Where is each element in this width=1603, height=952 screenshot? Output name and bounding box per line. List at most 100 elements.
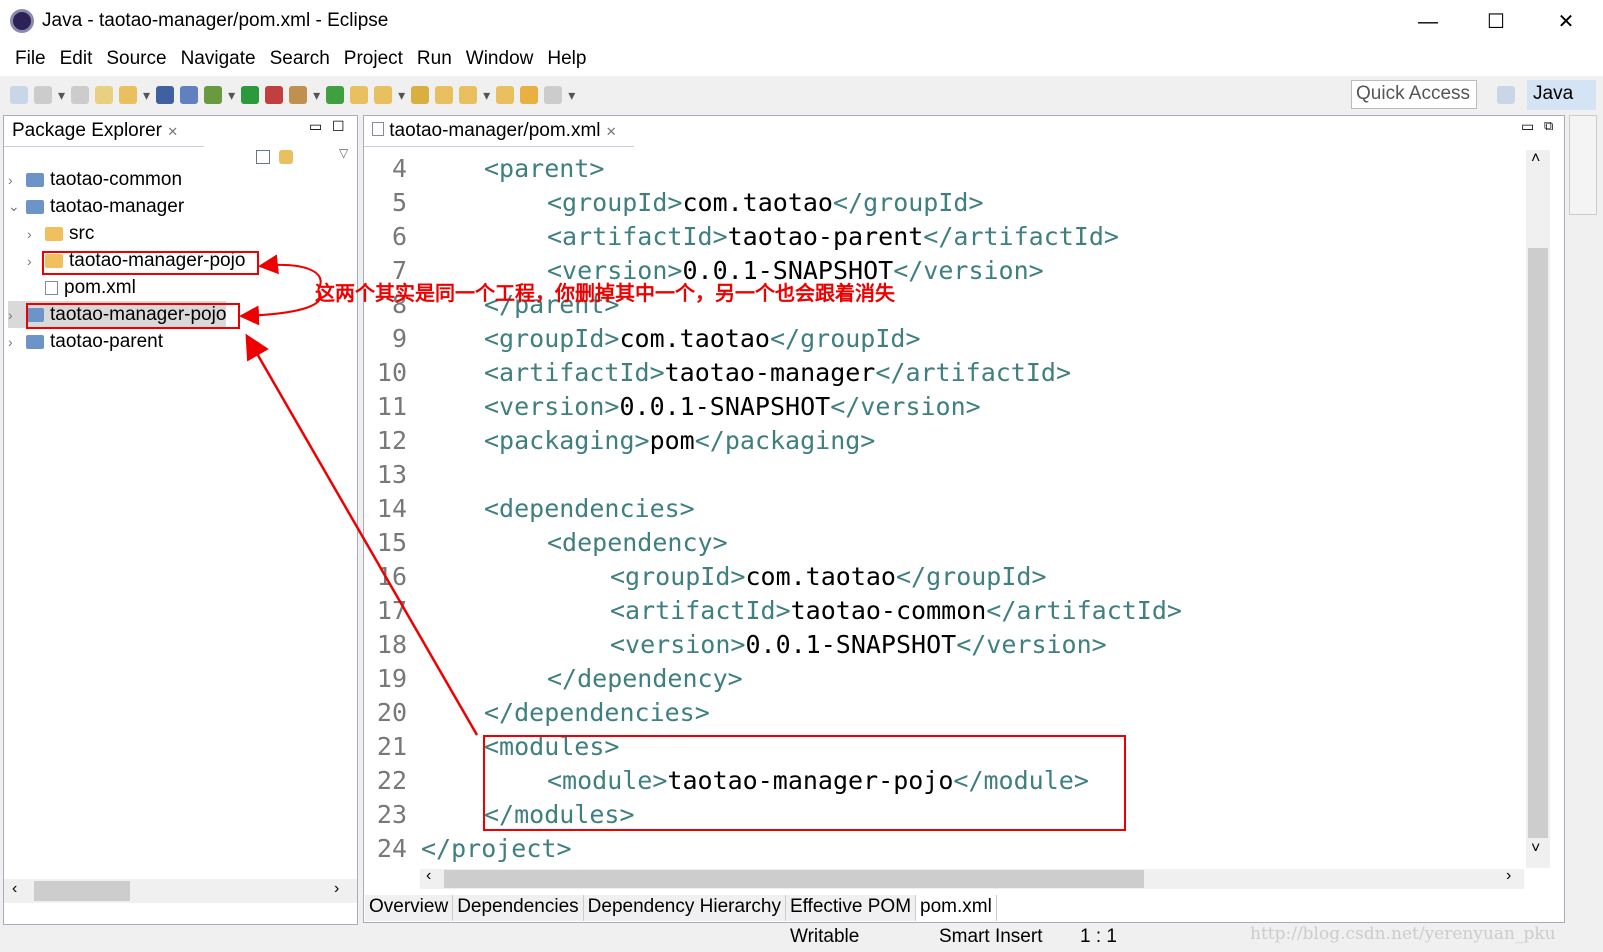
external-tools-icon[interactable] (265, 86, 284, 104)
tab-dependency-hierarchy[interactable]: Dependency Hierarchy (583, 895, 786, 921)
tree-item-label: taotao-manager (50, 195, 185, 217)
quick-access-input[interactable]: Quick Access (1351, 80, 1477, 109)
skip-breakpoints-icon[interactable] (180, 86, 199, 104)
horizontal-scrollbar[interactable]: ‹ › (4, 879, 357, 903)
scroll-thumb[interactable] (1528, 248, 1548, 838)
open-resource-icon[interactable] (119, 86, 138, 104)
scroll-left-icon[interactable]: ‹ (426, 867, 431, 885)
code-line: <artifactId>taotao-parent</artifactId> (547, 222, 1119, 251)
collapse-all-icon[interactable] (256, 150, 270, 164)
open-type-icon[interactable] (95, 86, 114, 104)
chevron-right-icon[interactable]: › (27, 253, 39, 269)
refresh-icon[interactable] (326, 86, 345, 104)
run-icon[interactable] (241, 86, 260, 104)
tab-pom-xml[interactable]: pom.xml (916, 895, 997, 921)
dropdown-icon[interactable]: ▾ (58, 87, 65, 104)
maven-project-icon (26, 172, 44, 187)
vertical-scrollbar[interactable]: ˄ ˅ (1526, 150, 1550, 868)
last-edit-icon[interactable] (496, 86, 515, 104)
menu-file[interactable]: File (8, 44, 53, 76)
highlight-box-modules (483, 735, 1126, 831)
prev-annotation-icon[interactable] (459, 86, 478, 104)
tree-item[interactable]: › src (27, 220, 94, 247)
scroll-up-icon[interactable]: ˄ (1531, 150, 1540, 168)
line-number: 20 (376, 698, 407, 727)
tree-item[interactable]: › taotao-common (8, 166, 182, 193)
new-java-project-icon[interactable] (289, 86, 308, 104)
dropdown-icon[interactable]: ▾ (313, 87, 320, 104)
tree-item[interactable]: › taotao-parent (8, 328, 163, 355)
xml-value: com.taotao (682, 188, 833, 217)
menu-source[interactable]: Source (99, 44, 173, 76)
link-with-editor-icon[interactable] (279, 150, 293, 164)
view-menu-icon[interactable]: ▽ (339, 146, 348, 160)
dropdown-icon[interactable]: ▾ (143, 87, 150, 104)
close-icon[interactable]: ✕ (167, 124, 178, 139)
dropdown-icon[interactable]: ▾ (398, 87, 405, 104)
dropdown-icon[interactable]: ▾ (483, 87, 490, 104)
close-button[interactable]: ✕ (1543, 6, 1589, 38)
package-explorer-tab[interactable]: Package Explorer ✕ (4, 116, 204, 147)
line-number: 17 (376, 596, 407, 625)
maximize-button[interactable]: ☐ (1473, 6, 1519, 38)
minimize-button[interactable]: — (1405, 6, 1451, 38)
menu-help[interactable]: Help (540, 44, 593, 76)
save-icon[interactable] (34, 86, 52, 104)
new-icon[interactable] (10, 86, 28, 104)
xml-tag: </version> (956, 630, 1107, 659)
restore-icon[interactable]: ⧉ (1544, 118, 1553, 134)
scroll-left-icon[interactable]: ‹ (12, 880, 17, 898)
scroll-thumb[interactable] (34, 881, 130, 901)
menu-edit[interactable]: Edit (53, 44, 100, 76)
menu-project[interactable]: Project (337, 44, 410, 76)
scroll-down-icon[interactable]: ˅ (1531, 840, 1540, 858)
tree-item[interactable]: pom.xml (27, 274, 136, 301)
chevron-right-icon[interactable]: › (8, 172, 20, 188)
maximize-icon[interactable]: ☐ (332, 118, 345, 135)
editor-tab[interactable]: taotao-manager/pom.xml ✕ (364, 116, 634, 147)
horizontal-scrollbar[interactable]: ‹ › (420, 867, 1524, 889)
open-folder-icon[interactable] (350, 86, 369, 104)
xml-tag: </packaging> (694, 426, 876, 455)
close-icon[interactable]: ✕ (606, 124, 617, 139)
minimize-icon[interactable]: ▭ (309, 118, 322, 135)
tab-effective-pom[interactable]: Effective POM (785, 895, 917, 921)
xml-tag: </groupId> (832, 188, 984, 217)
menu-navigate[interactable]: Navigate (174, 44, 263, 76)
scroll-right-icon[interactable]: › (334, 880, 339, 898)
chevron-down-icon[interactable]: ⌄ (8, 198, 20, 215)
chevron-right-icon[interactable]: › (8, 334, 20, 350)
xml-tag: <artifactId> (610, 596, 791, 625)
save-all-icon[interactable] (71, 86, 90, 104)
chevron-right-icon[interactable]: › (27, 226, 39, 242)
forward-icon[interactable] (544, 86, 563, 104)
chevron-right-icon[interactable]: › (8, 307, 20, 323)
scroll-thumb[interactable] (444, 870, 1144, 888)
scroll-right-icon[interactable]: › (1506, 867, 1511, 885)
search-icon[interactable] (411, 86, 430, 104)
debug-icon[interactable] (204, 86, 223, 104)
code-line: <parent> (484, 154, 604, 183)
xml-tag: </artifactId> (986, 596, 1182, 625)
tab-overview[interactable]: Overview (365, 895, 454, 921)
console-icon[interactable] (156, 86, 175, 104)
java-perspective-button[interactable]: Java (1527, 80, 1596, 110)
tree-item[interactable]: ⌄ taotao-manager (8, 193, 184, 220)
next-annotation-icon[interactable] (435, 86, 454, 104)
open-perspective-icon[interactable] (1497, 86, 1515, 104)
code-line: </project> (421, 834, 572, 863)
minimize-icon[interactable]: ▭ (1521, 118, 1534, 135)
pom-file-icon (45, 280, 58, 295)
code-line: <groupId>com.taotao</groupId> (547, 188, 984, 217)
menu-window[interactable]: Window (459, 44, 541, 76)
tab-dependencies[interactable]: Dependencies (453, 895, 584, 921)
menu-search[interactable]: Search (263, 44, 337, 76)
dropdown-icon[interactable]: ▾ (228, 87, 235, 104)
open-task-icon[interactable] (374, 86, 393, 104)
tree-item-label: taotao-common (50, 168, 183, 190)
back-icon[interactable] (520, 86, 539, 104)
tree-item-label: pom.xml (64, 276, 136, 298)
dropdown-icon[interactable]: ▾ (568, 87, 575, 104)
xml-value: taotao-manager (664, 358, 876, 387)
menu-run[interactable]: Run (410, 44, 459, 76)
